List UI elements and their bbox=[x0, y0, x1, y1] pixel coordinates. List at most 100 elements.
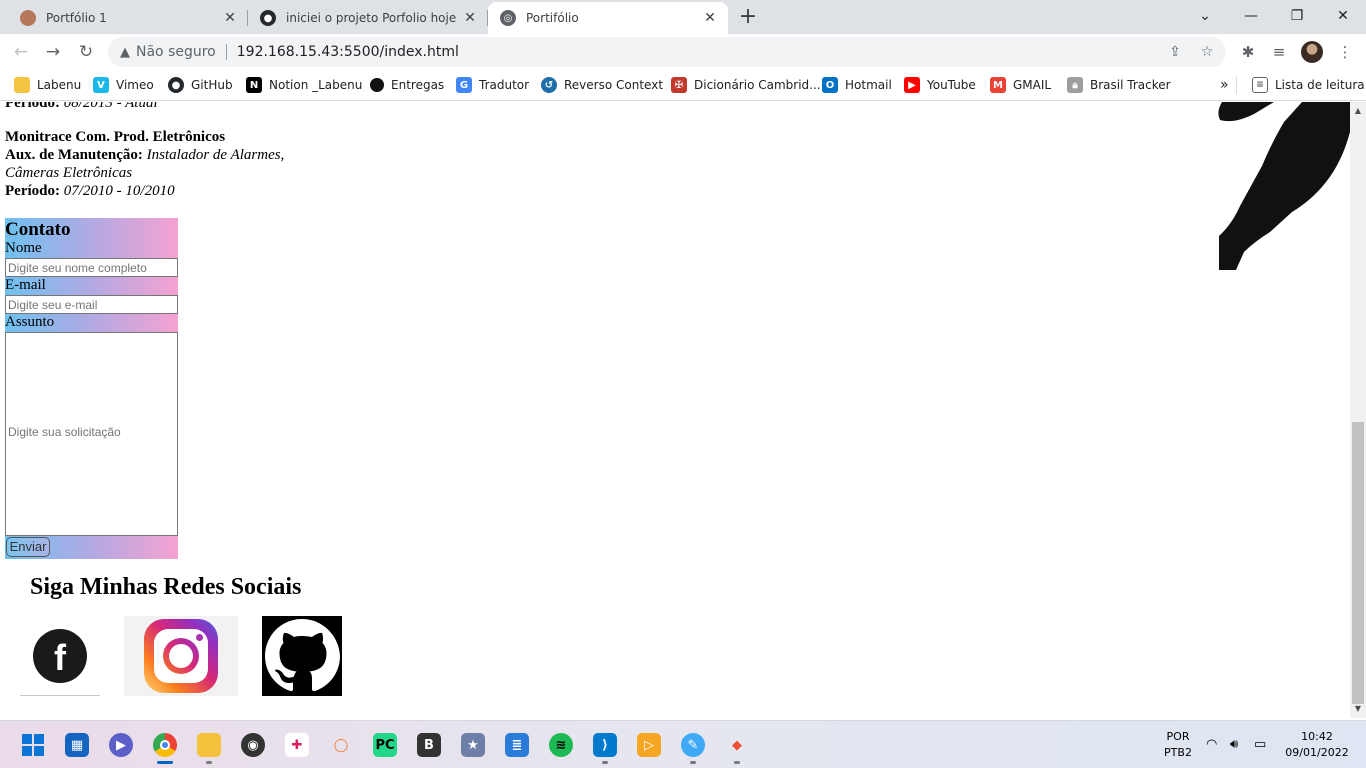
previous-period-line: Período: 08/2013 - Atual bbox=[5, 102, 158, 112]
globe-favicon-icon: ◎ bbox=[500, 10, 516, 26]
minimize-button[interactable]: — bbox=[1228, 0, 1274, 32]
profile-avatar-icon[interactable] bbox=[1301, 41, 1323, 63]
decorative-silhouette bbox=[1218, 102, 1350, 270]
bookmarks-overflow-button[interactable]: » bbox=[1220, 75, 1229, 95]
bookmark-label: Vimeo bbox=[116, 78, 154, 92]
notepad-icon[interactable]: ≣ bbox=[505, 733, 529, 757]
bookmark-cambridge[interactable]: ✠ Dicionário Cambrid... bbox=[671, 75, 821, 95]
bookmark-label: Reverso Context bbox=[564, 78, 664, 92]
warning-icon[interactable]: ▲ bbox=[120, 45, 130, 60]
widgets-icon[interactable]: ▦ bbox=[65, 733, 89, 757]
menu-kebab-icon[interactable]: ⋮ bbox=[1335, 42, 1355, 62]
name-input[interactable] bbox=[5, 258, 178, 277]
vscode-icon[interactable]: ⟩ bbox=[593, 733, 617, 764]
reading-list-button[interactable]: ≡ Lista de leitura bbox=[1252, 75, 1365, 95]
new-tab-button[interactable]: + bbox=[735, 5, 761, 31]
clock-date: 09/01/2022 bbox=[1285, 746, 1349, 759]
bookmark-vimeo[interactable]: V Vimeo bbox=[93, 75, 154, 95]
file-explorer-icon[interactable] bbox=[197, 733, 221, 764]
bookmark-hotmail[interactable]: O Hotmail bbox=[822, 75, 892, 95]
bookmark-youtube[interactable]: ▶ YouTube bbox=[904, 75, 976, 95]
address-bar[interactable]: ▲ Não seguro 192.168.15.43:5500/index.ht… bbox=[108, 37, 1226, 67]
role-value-cont: Câmeras Eletrônicas bbox=[5, 165, 133, 181]
close-window-button[interactable]: ✕ bbox=[1320, 0, 1366, 32]
security-label[interactable]: Não seguro bbox=[136, 44, 216, 60]
bookmark-star-icon[interactable]: ☆ bbox=[1198, 43, 1216, 61]
bookmark-github[interactable]: ● GitHub bbox=[168, 75, 233, 95]
forward-arrow-icon[interactable]: → bbox=[40, 39, 66, 65]
back-arrow-icon[interactable]: ← bbox=[8, 39, 34, 65]
email-input[interactable] bbox=[5, 295, 178, 314]
share-icon[interactable]: ⇪ bbox=[1166, 43, 1184, 61]
windows-taskbar: ▦ ▶ ◉ ✚ ◯ PC B ★ ≣ ≋ ⟩ ▷ ✎ ◆ POR PTB2 ◠ … bbox=[0, 720, 1366, 768]
spotify-icon[interactable]: ≋ bbox=[549, 733, 573, 757]
wifi-icon[interactable]: ◠ bbox=[1206, 737, 1217, 753]
player-icon[interactable]: ▷ bbox=[637, 733, 661, 757]
teams-icon[interactable]: ▶ bbox=[109, 733, 133, 757]
clock[interactable]: 10:42 09/01/2022 bbox=[1282, 729, 1352, 761]
experience-period: Período: 07/2010 - 10/2010 bbox=[5, 182, 175, 200]
url-text[interactable]: 192.168.15.43:5500/index.html bbox=[237, 44, 459, 60]
bookmark-reverso[interactable]: ↺ Reverso Context bbox=[541, 75, 663, 95]
scroll-thumb[interactable] bbox=[1352, 422, 1364, 704]
gmail-icon: M bbox=[990, 77, 1006, 93]
media-control-icon[interactable]: ≡ bbox=[1269, 42, 1289, 62]
github-link[interactable] bbox=[262, 616, 342, 696]
extensions-puzzle-icon[interactable]: ✱ bbox=[1238, 42, 1258, 62]
tab-close-icon[interactable]: ✕ bbox=[702, 10, 718, 26]
start-icon[interactable] bbox=[21, 733, 45, 757]
bookmark-tradutor[interactable]: G Tradutor bbox=[456, 75, 529, 95]
bookmark-brasil-tracker[interactable]: 🔒︎ Brasil Tracker bbox=[1067, 75, 1171, 95]
bookmark-label: Brasil Tracker bbox=[1090, 78, 1171, 92]
bookmark-gmail[interactable]: M GMAIL bbox=[990, 75, 1051, 95]
tab-title: Portfólio 1 bbox=[46, 11, 107, 25]
page-scrollbar[interactable]: ▲ ▼ bbox=[1350, 102, 1366, 718]
contact-title: Contato bbox=[5, 219, 71, 240]
circle-icon bbox=[370, 78, 384, 92]
tab-close-icon[interactable]: ✕ bbox=[462, 10, 478, 26]
bookmarks-bar: Labenu V Vimeo ● GitHub N Notion _Labenu… bbox=[0, 70, 1366, 101]
role-label: Aux. de Manutenção: bbox=[5, 147, 143, 163]
maximize-button[interactable]: ❐ bbox=[1274, 0, 1320, 32]
pycharm-icon[interactable]: PC bbox=[373, 733, 397, 757]
page-viewport: Período: 08/2013 - Atual Monitrace Com. … bbox=[0, 102, 1350, 718]
subject-label: Assunto bbox=[5, 314, 55, 330]
instagram-icon bbox=[144, 619, 218, 693]
app-icon[interactable]: ★ bbox=[461, 733, 485, 757]
scroll-down-icon[interactable]: ▼ bbox=[1350, 702, 1366, 716]
media-icon[interactable]: ◉ bbox=[241, 733, 265, 757]
send-button[interactable]: Enviar bbox=[6, 537, 50, 557]
tab-search-button[interactable]: ⌄ bbox=[1182, 0, 1228, 32]
instagram-link[interactable] bbox=[124, 616, 238, 696]
bookmark-label: Dicionário Cambrid... bbox=[694, 78, 821, 92]
avatar-favicon-icon bbox=[20, 10, 36, 26]
bookmark-entregas[interactable]: Entregas bbox=[370, 75, 444, 95]
period-value: 07/2010 - 10/2010 bbox=[63, 183, 175, 199]
tab-portfolio-1[interactable]: Portfólio 1 ✕ bbox=[8, 2, 248, 34]
input-language[interactable]: POR PTB2 bbox=[1158, 729, 1198, 761]
battery-icon[interactable]: ▭ bbox=[1254, 737, 1266, 753]
bookmark-label: GitHub bbox=[191, 78, 233, 92]
reload-icon[interactable]: ↻ bbox=[73, 39, 99, 65]
bookmark-notion[interactable]: N Notion _Labenu bbox=[246, 75, 362, 95]
volume-icon[interactable]: 🔊︎ bbox=[1230, 737, 1238, 753]
tab-portifolio[interactable]: ◎ Portifólio ✕ bbox=[488, 2, 728, 34]
bookmark-label: Entregas bbox=[391, 78, 445, 92]
bookmark-labenu[interactable]: Labenu bbox=[14, 75, 81, 95]
tab-close-icon[interactable]: ✕ bbox=[222, 10, 238, 26]
tab-github-project[interactable]: ● iniciei o projeto Porfolio hoje, até ✕ bbox=[248, 2, 488, 34]
subject-textarea[interactable] bbox=[5, 332, 178, 536]
git-icon[interactable]: ◆ bbox=[725, 733, 749, 764]
tab-title: iniciei o projeto Porfolio hoje, até bbox=[286, 11, 456, 25]
chrome-icon[interactable] bbox=[153, 733, 177, 764]
facebook-link[interactable]: f bbox=[20, 616, 100, 696]
jupyter-icon[interactable]: ◯ bbox=[329, 733, 353, 757]
scroll-up-icon[interactable]: ▲ bbox=[1350, 104, 1366, 118]
slack-icon[interactable]: ✚ bbox=[285, 733, 309, 757]
paint-icon[interactable]: ✎ bbox=[681, 733, 705, 764]
facebook-icon: f bbox=[33, 629, 87, 683]
folder-icon bbox=[14, 77, 30, 93]
b-app-icon[interactable]: B bbox=[417, 733, 441, 757]
divider bbox=[1236, 76, 1237, 94]
social-title: Siga Minhas Redes Sociais bbox=[30, 574, 302, 600]
